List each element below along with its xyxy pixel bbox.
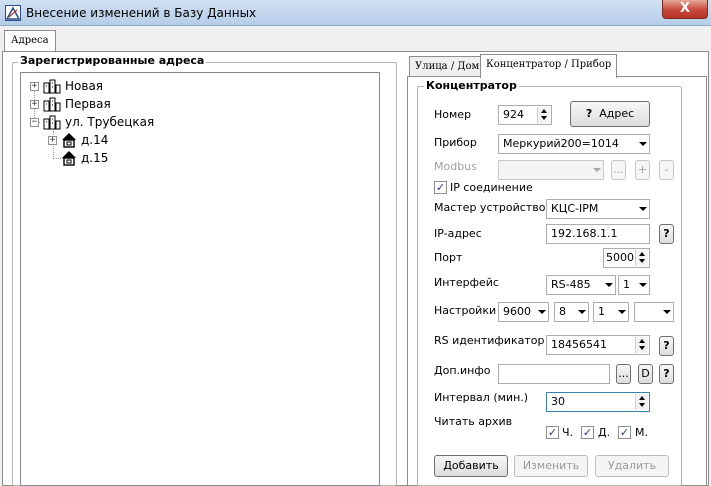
- spin-arrows-icon[interactable]: [635, 250, 648, 266]
- tab-street-house[interactable]: Улица / Дом: [409, 56, 486, 78]
- modbus-label: Modbus: [434, 160, 477, 173]
- stop-bits-select[interactable]: 1: [593, 302, 629, 322]
- read-archive-label: Читать архив: [434, 415, 513, 428]
- rs-id-help-button[interactable]: ?: [659, 336, 674, 356]
- add-button[interactable]: Добавить: [434, 455, 508, 477]
- chevron-down-icon: [593, 168, 601, 172]
- ip-connection-checkbox[interactable]: ✓: [434, 181, 447, 194]
- port-spinner[interactable]: 5000: [603, 248, 650, 268]
- modbus-browse-button[interactable]: ...: [611, 160, 626, 180]
- chevron-down-icon: [663, 310, 671, 314]
- spin-arrows-icon[interactable]: [635, 394, 648, 410]
- archive-month-label: М.: [635, 426, 648, 439]
- master-device-label: Мастер устройство: [434, 201, 546, 214]
- expand-icon[interactable]: +: [30, 82, 39, 91]
- chevron-down-icon: [639, 142, 647, 146]
- d-button[interactable]: D: [638, 364, 653, 384]
- house-icon: [62, 133, 76, 148]
- chevron-down-icon: [538, 310, 546, 314]
- house-icon: [62, 151, 76, 166]
- close-button[interactable]: X: [662, 0, 708, 19]
- delete-button[interactable]: Удалить: [595, 455, 669, 477]
- edit-button[interactable]: Изменить: [514, 455, 588, 477]
- tree-item-label: Первая: [65, 97, 111, 111]
- device-select[interactable]: Меркурий200=1014: [498, 134, 650, 154]
- chevron-down-icon: [618, 310, 626, 314]
- concentrator-title: Концентратор: [424, 79, 519, 92]
- street-icon: [43, 115, 61, 130]
- tab-addresses[interactable]: Адреса: [4, 30, 56, 52]
- interval-label: Интервал (мин.): [434, 391, 529, 404]
- question-icon: ?: [663, 227, 670, 240]
- number-label: Номер: [434, 108, 472, 121]
- interface-number-select[interactable]: 1: [618, 275, 650, 295]
- street-icon: [43, 79, 61, 94]
- title-bar[interactable]: Внесение изменений в Базу Данных X: [0, 0, 711, 26]
- number-spinner[interactable]: 924: [498, 105, 552, 125]
- extra-info-browse-button[interactable]: ...: [616, 364, 631, 384]
- port-label: Порт: [434, 251, 463, 264]
- archive-hour-label: Ч.: [562, 426, 574, 439]
- settings-label: Настройки: [434, 304, 497, 317]
- tree-item-label: д.15: [81, 151, 109, 165]
- collapse-icon[interactable]: −: [30, 118, 39, 127]
- address-tree[interactable]: + Новая + Первая − ул. Трубецкая + д.14: [20, 72, 380, 486]
- extra-info-input[interactable]: [498, 364, 610, 384]
- question-icon: ?: [663, 367, 670, 380]
- device-label: Прибор: [434, 136, 477, 149]
- rs-id-spinner[interactable]: 18456541: [546, 335, 650, 355]
- expand-icon[interactable]: +: [30, 100, 39, 109]
- extra-info-help-button[interactable]: ?: [659, 364, 674, 384]
- archive-hour-checkbox[interactable]: ✓: [546, 426, 559, 439]
- interval-spinner[interactable]: 30: [546, 392, 650, 412]
- modbus-add-button[interactable]: +: [635, 160, 650, 180]
- archive-month-checkbox[interactable]: ✓: [618, 426, 631, 439]
- tree-item-label: Новая: [65, 79, 104, 93]
- street-icon: [43, 97, 61, 112]
- registered-addresses-title: Зарегистрированные адреса: [18, 54, 207, 67]
- parity-select[interactable]: [634, 302, 674, 322]
- tree-item-label: д.14: [81, 133, 109, 147]
- archive-day-checkbox[interactable]: ✓: [581, 426, 594, 439]
- interface-select[interactable]: RS-485: [546, 275, 616, 295]
- master-device-select[interactable]: КЦС-IPM: [546, 199, 650, 219]
- extra-info-label: Доп.инфо: [434, 364, 491, 377]
- modbus-select[interactable]: [498, 160, 604, 180]
- close-icon: X: [679, 1, 691, 16]
- chevron-down-icon: [639, 283, 647, 287]
- window-title: Внесение изменений в Базу Данных: [26, 6, 257, 20]
- spin-arrows-icon[interactable]: [635, 337, 648, 353]
- tree-item-label: ул. Трубецкая: [65, 115, 155, 129]
- ip-address-input[interactable]: 192.168.1.1: [546, 224, 650, 244]
- chevron-down-icon: [605, 283, 613, 287]
- question-icon: ?: [663, 339, 670, 352]
- address-button[interactable]: ? Адрес: [570, 101, 650, 127]
- expand-icon[interactable]: +: [48, 136, 57, 145]
- ip-address-label: IP-адрес: [434, 227, 482, 240]
- baud-rate-select[interactable]: 9600: [498, 302, 549, 322]
- modbus-remove-button[interactable]: -: [659, 160, 674, 180]
- tab-concentrator-device[interactable]: Концентратор / Прибор: [480, 54, 618, 78]
- chevron-down-icon: [578, 310, 586, 314]
- chevron-down-icon: [639, 207, 647, 211]
- archive-day-label: Д.: [598, 426, 611, 439]
- app-icon: [5, 5, 21, 21]
- ip-connection-label: IP соединение: [450, 181, 533, 194]
- rs-id-label: RS идентификатор: [434, 334, 545, 347]
- ip-help-button[interactable]: ?: [659, 224, 674, 244]
- question-icon: ?: [585, 107, 593, 120]
- spin-arrows-icon[interactable]: [537, 107, 550, 123]
- data-bits-select[interactable]: 8: [554, 302, 589, 322]
- interface-label: Интерфейс: [434, 276, 499, 289]
